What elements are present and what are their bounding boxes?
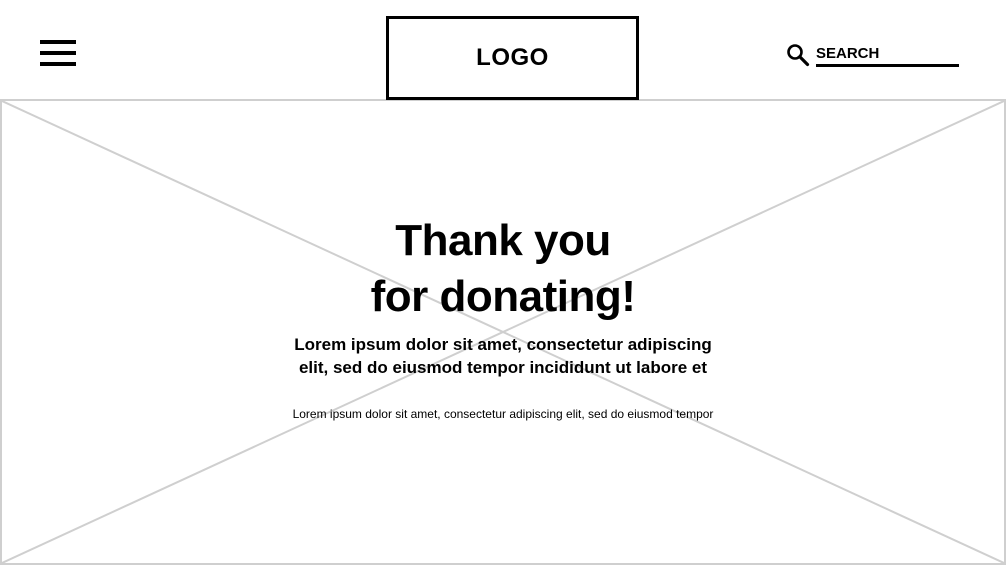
- hero-title-line-1: Thank you: [395, 216, 611, 265]
- hero-image-placeholder: Thank you for donating! Lorem ipsum dolo…: [0, 99, 1006, 565]
- hero-lead-text: Lorem ipsum dolor sit amet, consectetur …: [2, 333, 1004, 379]
- logo-text: LOGO: [476, 44, 549, 71]
- header: LOGO: [0, 0, 1006, 100]
- hamburger-line: [40, 62, 76, 66]
- search-input[interactable]: [816, 42, 959, 67]
- search-icon[interactable]: [786, 43, 810, 67]
- hero-small-text: Lorem ipsum dolor sit amet, consectetur …: [292, 407, 714, 421]
- hero-lead-line-1: Lorem ipsum dolor sit amet, consectetur …: [294, 335, 712, 354]
- hero-lead-line-2: elit, sed do eiusmod tempor incididunt u…: [298, 358, 708, 377]
- hero-title-line-2: for donating!: [370, 272, 636, 321]
- logo[interactable]: LOGO: [386, 16, 639, 100]
- hamburger-line: [40, 51, 76, 55]
- page: Thank you for donating! Lorem ipsum dolo…: [0, 0, 1006, 565]
- hamburger-line: [40, 40, 76, 44]
- hamburger-menu-icon[interactable]: [40, 40, 76, 67]
- search: [786, 42, 960, 68]
- image-placeholder-cross: [2, 101, 1004, 563]
- hero-title: Thank you for donating!: [2, 213, 1004, 325]
